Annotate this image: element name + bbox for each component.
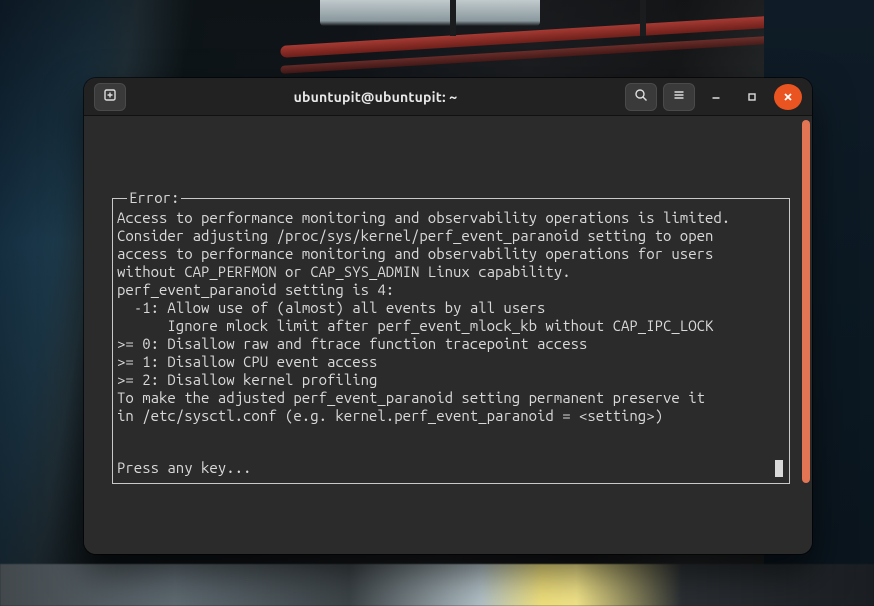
search-icon — [634, 88, 648, 106]
terminal-body[interactable]: Error: Access to performance monitoring … — [84, 116, 812, 554]
desktop-wallpaper: ubuntupit@ubuntupit: ~ — [0, 0, 874, 606]
titlebar[interactable]: ubuntupit@ubuntupit: ~ — [84, 78, 812, 116]
wallpaper-ceiling-light — [320, 0, 540, 26]
minimize-icon — [710, 91, 722, 103]
new-tab-button[interactable] — [94, 83, 126, 111]
minimize-button[interactable] — [702, 84, 730, 110]
terminal-window: ubuntupit@ubuntupit: ~ — [84, 78, 812, 554]
text-cursor — [775, 460, 783, 477]
hamburger-icon — [672, 88, 686, 106]
new-tab-icon — [103, 88, 117, 106]
window-title: ubuntupit@ubuntupit: ~ — [129, 89, 622, 105]
error-body-text: Access to performance monitoring and obs… — [113, 209, 789, 425]
error-frame-title: Error: — [127, 189, 181, 207]
close-icon — [782, 91, 794, 103]
scrollbar-thumb[interactable] — [802, 120, 810, 483]
maximize-button[interactable] — [738, 84, 766, 110]
close-button[interactable] — [774, 84, 802, 110]
scrollbar-track[interactable] — [802, 120, 810, 542]
wallpaper-hanger — [450, 0, 456, 36]
menu-button[interactable] — [663, 83, 695, 111]
error-frame: Error: Access to performance monitoring … — [112, 198, 790, 484]
press-any-key-prompt: Press any key... — [113, 459, 255, 477]
maximize-icon — [746, 91, 758, 103]
wallpaper-hanger — [640, 0, 646, 36]
wallpaper-floor — [0, 564, 874, 606]
search-button[interactable] — [625, 83, 657, 111]
